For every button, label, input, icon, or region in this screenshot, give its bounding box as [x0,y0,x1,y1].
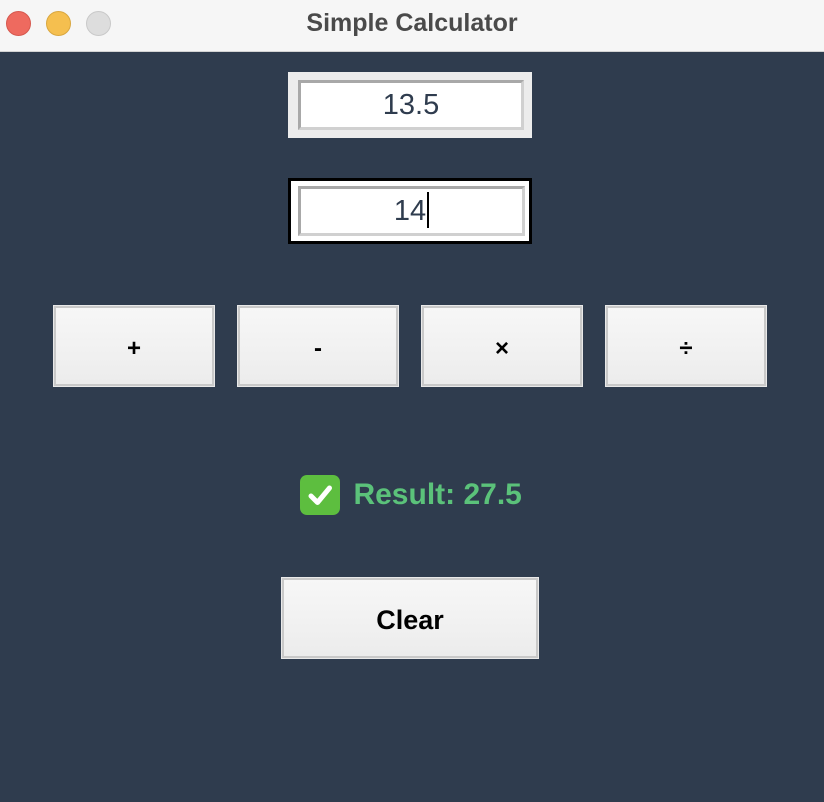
second-number-input-frame: 14 [288,178,532,244]
result-text: Result: 27.5 [353,478,522,511]
multiply-button[interactable]: × [421,305,583,387]
add-button[interactable]: + [53,305,215,387]
clear-button[interactable]: Clear [281,577,539,659]
first-number-value: 13.5 [382,89,440,121]
first-number-input-frame: 13.5 [288,72,532,138]
check-mark-icon [300,475,340,515]
second-number-input[interactable]: 14 [298,186,525,236]
calculator-window: Simple Calculator 13.5 14 + - × ÷ Result… [0,0,824,802]
title-bar: Simple Calculator [0,0,824,52]
divide-button[interactable]: ÷ [605,305,767,387]
second-number-value: 14 [393,195,427,227]
result-display: Result: 27.5 [300,474,522,516]
text-caret [427,192,430,229]
subtract-button[interactable]: - [237,305,399,387]
window-title: Simple Calculator [306,9,518,37]
first-number-input[interactable]: 13.5 [298,80,524,130]
